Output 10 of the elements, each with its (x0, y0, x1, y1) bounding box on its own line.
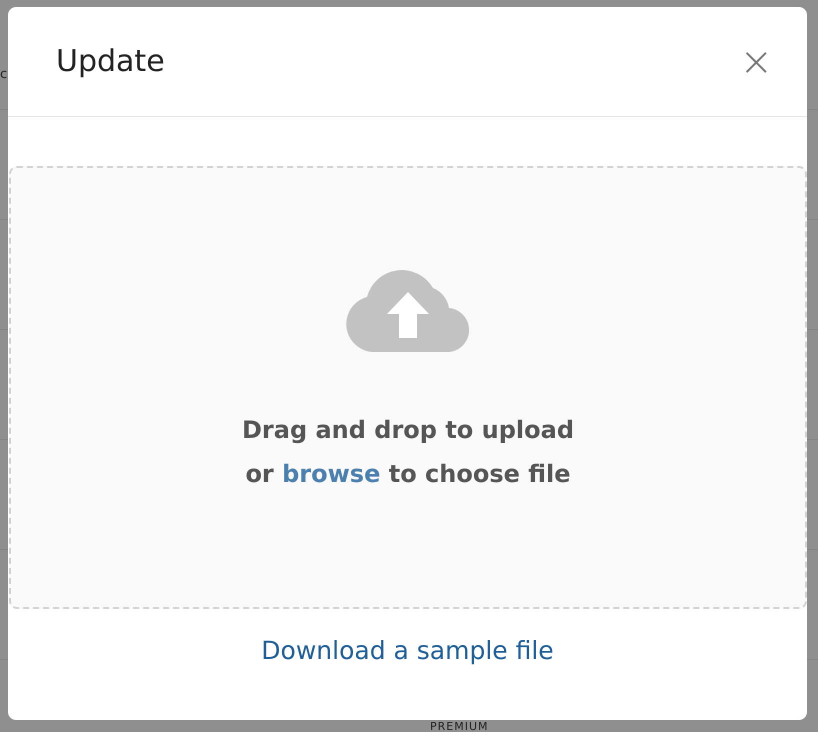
dropzone-instruction: or browse to choose file (245, 459, 571, 490)
dropzone[interactable]: Drag and drop to upload or browse to choose file (9, 166, 807, 609)
dialog-title: Update (56, 44, 165, 79)
browse-link[interactable]: browse (282, 460, 380, 488)
background-text: PREMIUM (430, 721, 489, 732)
sample-file-link[interactable]: Download a sample file (261, 636, 554, 665)
cloud-upload-icon (345, 268, 471, 352)
dropzone-instruction: Drag and drop to upload (242, 415, 574, 446)
close-button[interactable]: × (739, 42, 773, 82)
background-text: c (0, 68, 8, 82)
